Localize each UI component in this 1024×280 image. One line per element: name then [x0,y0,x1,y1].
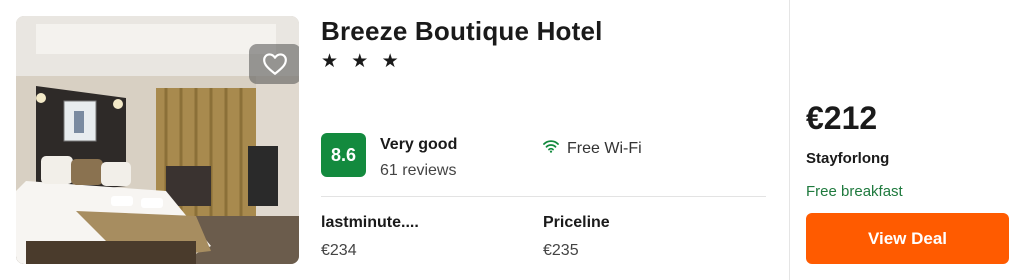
review-count[interactable]: 61 reviews [380,162,456,180]
wifi-icon [543,139,559,158]
rating-score-badge: 8.6 [321,133,366,177]
deal-provider: lastminute.... [321,214,419,231]
favorite-button[interactable] [249,44,299,84]
heart-outline-icon [262,52,288,76]
view-deal-button[interactable]: View Deal [806,213,1009,264]
deal-price: €234 [321,242,357,259]
deal-price: €235 [543,242,579,259]
deal-provider: Priceline [543,214,610,231]
column-divider [789,0,790,280]
rating-label: Very good [380,136,458,153]
section-divider [321,196,766,197]
best-deal-perk: Free breakfast [806,183,903,200]
star-rating: ★ ★ ★ [321,51,403,72]
amenity-item: Free Wi-Fi [543,139,642,158]
deal-option-priceline[interactable]: Priceline €235 [543,214,610,260]
best-price: €212 [806,100,878,136]
best-deal-provider: Stayforlong [806,150,890,167]
deal-option-lastminute[interactable]: lastminute.... €234 [321,214,419,260]
hotel-result-card: Breeze Boutique Hotel ★ ★ ★ 8.6 Very goo… [0,0,1024,280]
hotel-name[interactable]: Breeze Boutique Hotel [321,16,603,47]
hotel-photo[interactable] [16,16,299,264]
amenity-label: Free Wi-Fi [567,139,642,157]
